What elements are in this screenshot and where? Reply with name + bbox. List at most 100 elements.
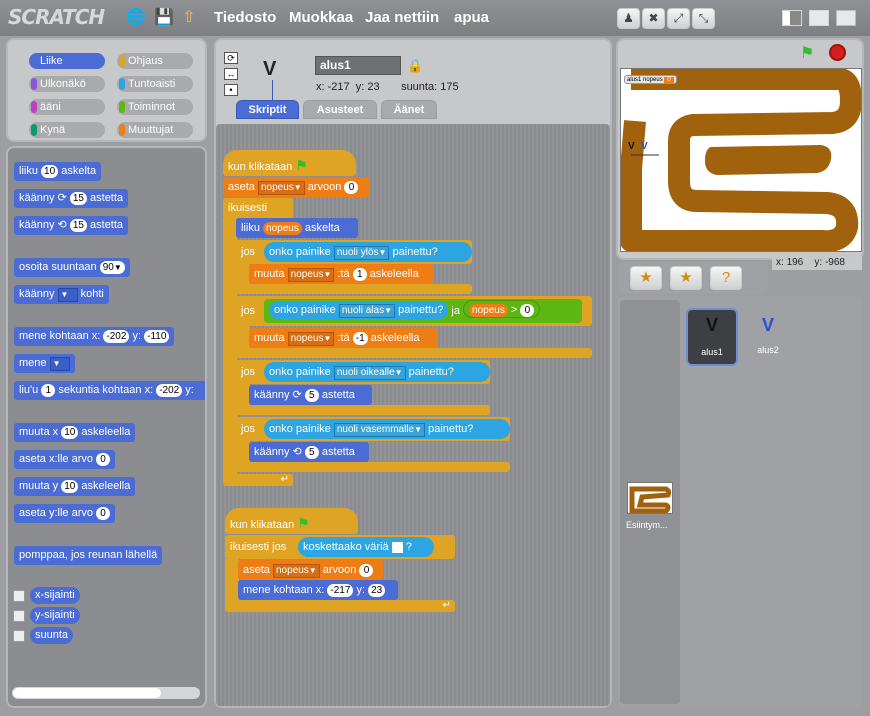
palette-turn-right-block[interactable]: käänny ⟳ 15 astetta	[14, 189, 129, 208]
turn-right-block[interactable]: käänny ⟳ 5 astetta	[249, 385, 372, 405]
globe-icon[interactable]: 🌐	[126, 9, 146, 27]
sprite-tile-alus2[interactable]: V alus2	[742, 310, 794, 364]
category-pen[interactable]: Kynä	[29, 122, 105, 138]
palette-move-block[interactable]: liiku 10 askelta	[14, 162, 102, 181]
shrink-tool-icon[interactable]: ⤡	[692, 8, 715, 29]
variable-dropdown[interactable]: nopeus▼	[272, 564, 320, 578]
menu-help[interactable]: apua	[454, 9, 489, 26]
palette-y-position-reporter[interactable]: y-sijainti	[30, 607, 80, 624]
target-dropdown[interactable]: ▼	[49, 357, 70, 371]
grow-tool-icon[interactable]: ⤢	[667, 8, 690, 29]
paint-new-sprite-icon[interactable]: ★	[630, 266, 662, 290]
and-operator[interactable]: onko painike nuoli alas▼ painettu? ja no…	[264, 299, 582, 323]
touching-color-block[interactable]: koskettaako väriä ?	[298, 537, 434, 557]
choose-sprite-file-icon[interactable]: ★	[670, 266, 702, 290]
direction-checkbox[interactable]	[13, 630, 25, 642]
category-looks[interactable]: Ulkonäkö	[29, 76, 105, 92]
number-input[interactable]: 10	[61, 480, 79, 493]
number-input[interactable]: 0	[344, 181, 359, 194]
x-input[interactable]: -217	[327, 584, 354, 597]
number-input[interactable]: 0	[520, 304, 535, 317]
tab-sounds[interactable]: Äänet	[381, 100, 437, 119]
small-stage-view-icon[interactable]	[782, 10, 802, 26]
color-swatch[interactable]	[391, 541, 403, 553]
key-pressed-up[interactable]: onko painike nuoli ylös▼ painettu?	[264, 242, 472, 262]
palette-goto-xy-block[interactable]: mene kohtaan x: -202 y: -110	[14, 327, 175, 346]
sprite-name-field[interactable]: alus1	[315, 56, 401, 75]
stage-canvas[interactable]: alus1 nopeus 0 V V	[620, 68, 862, 252]
key-dropdown[interactable]: nuoli ylös▼	[333, 246, 390, 260]
category-motion[interactable]: Liike	[29, 53, 105, 69]
number-input[interactable]: 15	[69, 192, 87, 205]
nopeus-reporter[interactable]: nopeus	[469, 304, 508, 317]
key-dropdown[interactable]: nuoli oikealle▼	[333, 366, 406, 380]
flip-lr-icon[interactable]: ↔	[224, 68, 238, 80]
variable-dropdown[interactable]: nopeus▼	[257, 181, 305, 195]
change-variable-block[interactable]: muuta nopeus▼ :tä 1 askeleella	[249, 264, 433, 284]
tab-scripts[interactable]: Skriptit	[236, 100, 299, 119]
palette-glide-block[interactable]: liu'u 1 sekuntia kohtaan x: -202 y:	[14, 381, 205, 400]
lock-icon[interactable]: 🔒	[407, 58, 423, 74]
delete-tool-icon[interactable]: ✖	[642, 8, 665, 29]
number-input[interactable]: 0	[96, 453, 111, 466]
y-input[interactable]: -110	[144, 330, 170, 343]
turn-left-block[interactable]: käänny ⟲ 5 astetta	[249, 442, 369, 462]
number-input[interactable]: 1	[352, 268, 367, 281]
set-variable-block[interactable]: aseta nopeus▼ arvoon 0	[223, 177, 370, 197]
key-pressed-left[interactable]: onko painike nuoli vasemmalle▼ painettu?	[264, 419, 510, 439]
green-flag-button[interactable]: ⚑	[800, 43, 814, 63]
share-icon[interactable]: ⇧	[180, 9, 198, 27]
palette-direction-reporter[interactable]: suunta	[30, 627, 74, 644]
category-sensing[interactable]: Tuntoaisti	[117, 76, 193, 92]
goto-xy-block[interactable]: mene kohtaan x: -217 y: 23	[238, 580, 398, 600]
stop-button[interactable]	[829, 44, 846, 61]
menu-share[interactable]: Jaa nettiin	[365, 9, 439, 26]
random-sprite-icon[interactable]: ?	[710, 266, 742, 290]
number-input[interactable]: -1	[352, 332, 368, 345]
nopeus-reporter[interactable]: nopeus	[263, 222, 302, 235]
palette-x-position-reporter[interactable]: x-sijainti	[30, 587, 80, 604]
palette-turn-left-block[interactable]: käänny ⟲ 15 astetta	[14, 216, 129, 235]
stage-thumbnail[interactable]	[627, 482, 673, 514]
tab-costumes[interactable]: Asusteet	[303, 100, 377, 119]
move-block[interactable]: liiku nopeus askelta	[236, 218, 358, 238]
palette-scrollbar[interactable]	[12, 687, 200, 699]
normal-stage-view-icon[interactable]	[809, 10, 829, 26]
forever-block[interactable]: ikuisesti	[223, 198, 293, 218]
y-input[interactable]: 23	[368, 584, 386, 597]
x-position-checkbox[interactable]	[13, 590, 25, 602]
variable-monitor[interactable]: alus1 nopeus 0	[624, 75, 677, 84]
number-input[interactable]: 15	[69, 219, 87, 232]
when-flag-clicked-hat[interactable]: kun klikataan ⚑	[225, 508, 358, 534]
key-dropdown[interactable]: nuoli vasemmalle▼	[333, 423, 426, 437]
number-input[interactable]: 5	[304, 389, 319, 402]
change-variable-block[interactable]: muuta nopeus▼ :tä -1 askeleella	[249, 328, 437, 348]
sprite-alus1[interactable]: V	[628, 141, 635, 152]
set-variable-block[interactable]: aseta nopeus▼ arvoon 0	[238, 560, 383, 580]
palette-scrollbar-thumb[interactable]	[13, 688, 161, 698]
menu-file[interactable]: Tiedosto	[214, 9, 276, 26]
number-input[interactable]: 10	[41, 165, 59, 178]
variable-dropdown[interactable]: nopeus▼	[287, 268, 335, 282]
category-control[interactable]: Ohjaus	[117, 53, 193, 69]
rotate-all-icon[interactable]: ⟳	[224, 52, 238, 64]
palette-bounce-block[interactable]: pomppaa, jos reunan lähellä	[14, 546, 163, 565]
number-input[interactable]: 5	[304, 446, 319, 459]
palette-point-direction-block[interactable]: osoita suuntaan 90▼	[14, 258, 130, 277]
duplicate-tool-icon[interactable]: ♟	[617, 8, 640, 29]
palette-set-x-block[interactable]: aseta x:lle arvo 0	[14, 450, 116, 469]
variable-dropdown[interactable]: nopeus▼	[287, 332, 335, 346]
category-operators[interactable]: Toiminnot	[117, 99, 193, 115]
x-input[interactable]: -202	[156, 384, 183, 397]
category-sound[interactable]: ääni	[29, 99, 105, 115]
direction-dropdown[interactable]: 90▼	[99, 261, 125, 274]
greater-than-operator[interactable]: nopeus > 0	[463, 300, 541, 318]
script-area[interactable]: kun klikataan ⚑ aseta nopeus▼ arvoon 0 i…	[216, 124, 610, 706]
target-dropdown[interactable]: ▼	[57, 288, 78, 302]
presentation-mode-icon[interactable]	[836, 10, 856, 26]
y-position-checkbox[interactable]	[13, 610, 25, 622]
save-icon[interactable]: 💾	[154, 9, 174, 27]
number-input[interactable]: 0	[96, 507, 111, 520]
palette-goto-block[interactable]: mene ▼	[14, 354, 75, 373]
palette-point-towards-block[interactable]: käänny ▼ kohti	[14, 285, 109, 304]
